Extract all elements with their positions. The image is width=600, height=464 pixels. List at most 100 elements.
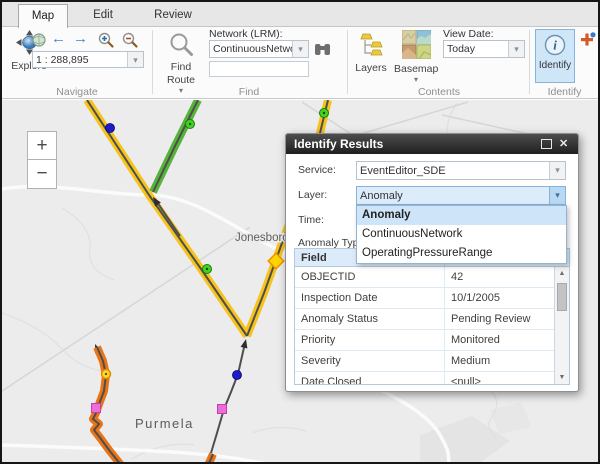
find-route-magnifier-icon: [169, 32, 194, 57]
scale-value: 1 : 288,895: [33, 54, 127, 66]
layer-dropdown-list: Anomaly ContinuousNetwork OperatingPress…: [356, 205, 567, 264]
value-cell: <null>: [445, 372, 555, 385]
table-row: Date Closed <null>: [295, 372, 569, 385]
ribbon-body: Explore ← → 1 : 288,895 ▾ Navigate: [2, 27, 598, 99]
layers-icon: [358, 32, 384, 58]
add-point-info-icon[interactable]: [580, 32, 596, 52]
group-label-contents: Contents: [384, 86, 494, 98]
dialog-title: Identify Results: [294, 137, 383, 151]
basemap-button[interactable]: Basemap ▾: [394, 30, 438, 84]
attributes-table: Field Value OBJECTID 42 Inspection Date …: [294, 248, 570, 385]
map-zoom-out-button[interactable]: −: [27, 160, 57, 189]
close-icon[interactable]: ✕: [559, 139, 570, 149]
place-label-purmela: Purmela: [135, 416, 194, 431]
table-row: OBJECTID 42: [295, 267, 569, 288]
view-date-value: Today: [444, 43, 508, 55]
maximize-icon[interactable]: [541, 139, 552, 149]
identify-results-dialog: Identify Results ✕ Service: EventEditor_…: [285, 133, 579, 392]
layer-option-continuousnetwork[interactable]: ContinuousNetwork: [357, 225, 566, 244]
network-label: Network (LRM):: [209, 28, 283, 40]
value-cell: 42: [445, 267, 555, 287]
layer-dropdown-arrow-icon[interactable]: ▾: [549, 187, 565, 204]
identify-icon: i: [543, 33, 567, 57]
green-point-marker: [320, 109, 329, 118]
forward-extent-arrow-icon[interactable]: →: [73, 30, 88, 47]
layers-button[interactable]: Layers: [352, 32, 390, 74]
table-scrollbar[interactable]: ▲ ▼: [554, 267, 569, 384]
basemap-icon: [402, 30, 431, 59]
group-label-find: Find: [194, 86, 304, 98]
route-input[interactable]: [209, 61, 309, 77]
view-date-dropdown-arrow-icon[interactable]: ▾: [508, 41, 524, 57]
back-extent-arrow-icon[interactable]: ←: [51, 30, 66, 47]
layers-label: Layers: [352, 62, 390, 74]
layer-option-operatingpressurerange[interactable]: OperatingPressureRange: [357, 244, 566, 263]
group-separator: [529, 30, 530, 94]
scale-dropdown-arrow-icon[interactable]: ▾: [127, 52, 143, 67]
basemap-label: Basemap: [394, 63, 438, 75]
blue-point-marker: [106, 124, 115, 133]
full-extent-globe-icon[interactable]: [32, 33, 46, 52]
table-row: Priority Monitored: [295, 330, 569, 351]
app-window: Map Edit Review Explore ← →: [0, 0, 600, 464]
table-row: Severity Medium: [295, 351, 569, 372]
value-cell: Monitored: [445, 330, 555, 350]
scrollbar-down-arrow-icon[interactable]: ▼: [555, 371, 569, 384]
view-date-label: View Date:: [443, 28, 494, 40]
binoculars-icon[interactable]: [314, 42, 331, 61]
group-label-identify: Identify: [517, 86, 600, 98]
green-point-marker: [203, 265, 212, 274]
value-cell: 10/1/2005: [445, 288, 555, 308]
value-cell: Medium: [445, 351, 555, 371]
map-zoom-control: + −: [27, 131, 57, 189]
route-orange: [93, 347, 213, 462]
identify-button[interactable]: i Identify: [535, 29, 575, 83]
field-cell: Anomaly Status: [295, 309, 445, 329]
scrollbar-thumb[interactable]: [557, 283, 567, 311]
yellow-circle-marker: [102, 370, 111, 379]
field-cell: OBJECTID: [295, 267, 445, 287]
field-cell: Severity: [295, 351, 445, 371]
network-combobox[interactable]: ContinuousNetwork ▾: [209, 40, 309, 58]
layer-combobox[interactable]: Anomaly ▾: [356, 186, 566, 205]
service-combobox[interactable]: EventEditor_SDE ▾: [356, 161, 566, 180]
green-point-marker: [186, 120, 195, 129]
dialog-titlebar[interactable]: Identify Results ✕: [286, 134, 578, 154]
scale-combobox[interactable]: 1 : 288,895 ▾: [32, 51, 144, 68]
tab-edit[interactable]: Edit: [74, 4, 132, 27]
route-green: [153, 100, 198, 192]
network-value: ContinuousNetwork: [210, 43, 292, 55]
scrollbar-up-arrow-icon[interactable]: ▲: [555, 267, 569, 280]
field-cell: Inspection Date: [295, 288, 445, 308]
time-label: Time:: [298, 211, 324, 230]
field-cell: Priority: [295, 330, 445, 350]
map-zoom-in-button[interactable]: +: [27, 131, 57, 160]
group-label-navigate: Navigate: [22, 86, 132, 98]
service-dropdown-arrow-icon[interactable]: ▾: [549, 162, 565, 179]
service-value: EventEditor_SDE: [357, 165, 549, 177]
layer-value: Anomaly: [357, 190, 549, 202]
layer-option-anomaly[interactable]: Anomaly: [357, 206, 566, 225]
group-separator: [152, 30, 153, 94]
view-date-combobox[interactable]: Today ▾: [443, 40, 525, 58]
find-route-label-2: Route: [160, 74, 202, 86]
field-cell: Date Closed: [295, 372, 445, 385]
service-label: Service:: [298, 161, 336, 180]
ribbon: Map Edit Review Explore ← →: [2, 2, 598, 99]
table-row: Anomaly Status Pending Review: [295, 309, 569, 330]
group-separator: [347, 30, 348, 94]
place-label-jonesboro: Jonesboro: [235, 232, 289, 244]
pink-square-marker: [92, 404, 101, 413]
ribbon-tabbar: Map Edit Review: [2, 2, 598, 27]
tab-review[interactable]: Review: [138, 4, 208, 27]
svg-text:i: i: [553, 38, 557, 53]
value-cell: Pending Review: [445, 309, 555, 329]
map-canvas[interactable]: Jonesboro Purmela + − Identify Results ✕…: [2, 100, 598, 462]
find-route-label-1: Find: [160, 61, 202, 73]
basemap-caret-icon: ▾: [394, 76, 438, 84]
route-gray: [155, 199, 245, 453]
blue-point-marker: [233, 371, 242, 380]
pink-square-marker: [218, 405, 227, 414]
tab-map[interactable]: Map: [18, 4, 68, 28]
network-dropdown-arrow-icon[interactable]: ▾: [292, 41, 308, 57]
